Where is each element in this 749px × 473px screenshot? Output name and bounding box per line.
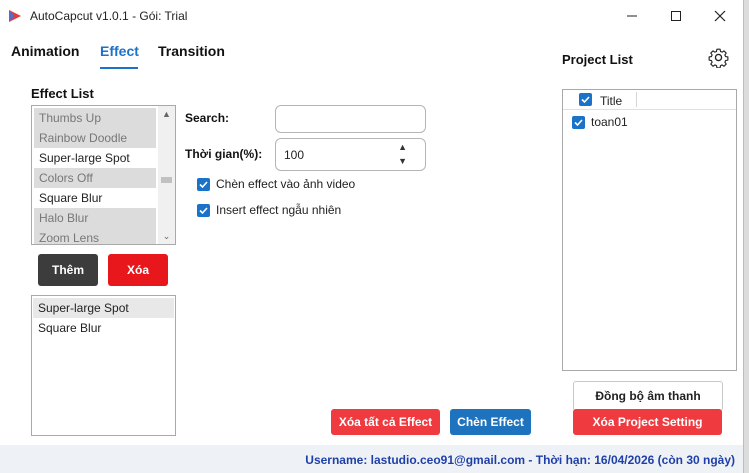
option-label: Insert effect ngẫu nhiên [216,203,342,217]
duration-value: 100 [284,148,305,162]
title-column-header[interactable]: Title [600,94,622,108]
search-label: Search: [185,111,230,125]
minimize-button[interactable] [609,0,655,32]
gear-icon[interactable] [708,47,729,68]
search-input[interactable] [275,105,426,133]
header-checkbox-icon[interactable] [579,93,592,106]
tab-animation[interactable]: Animation [11,43,79,59]
effect-list[interactable]: Thumbs Up Rainbow Doodle Super-large Spo… [31,105,176,245]
scroll-thumb[interactable] [161,177,172,183]
tab-effect[interactable]: Effect [100,43,139,59]
spin-down-icon[interactable]: ▼ [398,156,407,166]
tab-transition[interactable]: Transition [158,43,225,59]
selected-effect-item[interactable]: Super-large Spot [33,298,174,318]
option-random-insert[interactable]: Insert effect ngẫu nhiên [197,203,341,217]
effect-list-label: Effect List [31,86,94,101]
minimize-icon [627,15,637,17]
app-window: AutoCapcut v1.0.1 - Gói: Trial Animation… [0,0,744,473]
checkbox-checked-icon[interactable] [197,203,210,217]
insert-effect-button[interactable]: Chèn Effect [450,409,531,435]
app-logo-icon [9,10,21,22]
effect-item-square-blur[interactable]: Square Blur [34,188,156,208]
duration-label: Thời gian(%): [185,147,263,161]
effect-item-super-large-spot[interactable]: Super-large Spot [34,148,156,168]
spin-up-icon[interactable]: ▲ [398,142,407,152]
project-list[interactable]: Title toan01 [562,89,737,371]
option-label: Chèn effect vào ảnh video [216,177,356,191]
project-row[interactable]: toan01 [572,115,628,129]
effect-item-zoom-lens[interactable]: Zoom Lens [34,228,156,244]
delete-all-effects-button[interactable]: Xóa tất cả Effect [331,409,440,435]
close-icon [714,10,726,22]
checkbox-checked-icon[interactable] [197,177,210,191]
delete-effect-button[interactable]: Xóa [108,254,168,286]
selected-effect-item[interactable]: Square Blur [33,318,174,338]
selected-effects-list[interactable]: Super-large Spot Square Blur [31,295,176,436]
effect-item-colors-off[interactable]: Colors Off [34,168,156,188]
delete-project-setting-button[interactable]: Xóa Project Setting [573,409,722,435]
scroll-down-icon[interactable]: ⌄ [158,229,175,243]
column-divider [636,92,637,107]
option-insert-into-video[interactable]: Chèn effect vào ảnh video [197,177,355,191]
title-bar: AutoCapcut v1.0.1 - Gói: Trial [0,0,743,32]
window-title: AutoCapcut v1.0.1 - Gói: Trial [30,9,188,23]
sync-audio-button[interactable]: Đồng bộ âm thanh [573,381,723,411]
project-list-header: Title [563,90,736,110]
project-title: toan01 [591,115,628,129]
close-button[interactable] [697,0,743,32]
project-list-label: Project List [562,52,633,67]
effect-item-thumbs-up[interactable]: Thumbs Up [34,108,156,128]
status-bar: Username: lastudio.ceo91@gmail.com - Thờ… [0,445,743,473]
effect-item-rainbow-doodle[interactable]: Rainbow Doodle [34,128,156,148]
checkbox-checked-icon[interactable] [572,115,585,129]
add-effect-button[interactable]: Thêm [38,254,98,286]
maximize-button[interactable] [653,0,699,32]
effect-item-halo-blur[interactable]: Halo Blur [34,208,156,228]
maximize-icon [671,11,681,21]
active-tab-indicator [100,67,138,69]
duration-stepper[interactable]: 100 ▲ ▼ [275,138,426,171]
effect-list-scrollbar[interactable]: ▲ ⌄ [158,106,175,244]
status-text: Username: lastudio.ceo91@gmail.com - Thờ… [305,453,735,467]
scroll-up-icon[interactable]: ▲ [158,107,175,121]
